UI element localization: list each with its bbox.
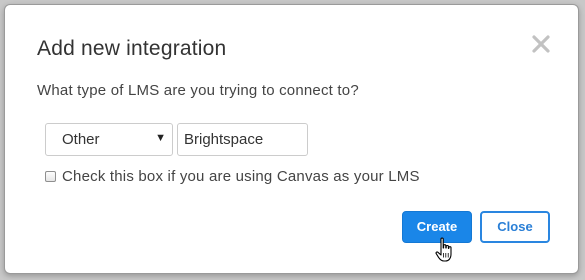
lms-type-selected-value: Other (62, 131, 100, 148)
canvas-checkbox-label[interactable]: Check this box if you are using Canvas a… (62, 168, 420, 185)
hand-pointer-cursor-icon (435, 237, 455, 263)
lms-name-input[interactable] (177, 123, 308, 156)
dialog-title: Add new integration (37, 37, 227, 60)
modal-backdrop: Add new integration What type of LMS are… (0, 0, 585, 280)
dropdown-caret-icon: ▼ (155, 132, 166, 144)
canvas-checkbox-row[interactable]: Check this box if you are using Canvas a… (45, 168, 420, 185)
canvas-checkbox[interactable] (45, 171, 56, 182)
add-integration-dialog: Add new integration What type of LMS are… (4, 4, 579, 274)
lms-question-label: What type of LMS are you trying to conne… (37, 82, 359, 99)
close-button[interactable]: Close (480, 211, 550, 243)
lms-type-select[interactable]: Other ▼ (45, 123, 173, 156)
close-x-icon[interactable] (530, 33, 552, 55)
